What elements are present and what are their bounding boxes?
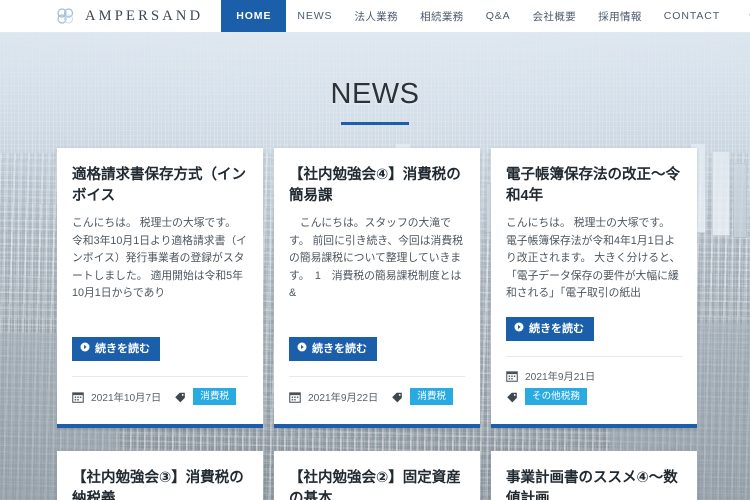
news-card-title[interactable]: 適格請求書保存方式（インボイス xyxy=(72,165,248,207)
read-more-button[interactable]: 続きを読む xyxy=(506,316,594,342)
calendar-icon xyxy=(289,391,301,403)
news-card-tag[interactable]: 消費税 xyxy=(410,388,454,406)
news-card-date: 2021年9月22日 xyxy=(308,393,379,405)
news-card-footer: 続きを読む 2021 xyxy=(72,336,248,410)
card-divider xyxy=(72,376,248,378)
news-card-tag[interactable]: 消費税 xyxy=(193,388,237,406)
nav-item-inheritance[interactable]: 相続業務 xyxy=(409,0,475,32)
news-card-title[interactable]: 電子帳簿保存法の改正〜令和4年 xyxy=(506,165,682,207)
tag-icon xyxy=(506,391,518,403)
nav-item-corporate[interactable]: 法人業務 xyxy=(343,0,409,32)
nav-item-recruit[interactable]: 採用情報 xyxy=(587,0,653,32)
news-card-meta: 2021年10月7日 消費税 xyxy=(72,388,248,406)
news-card-excerpt: こんにちは。 税理士の大塚です。 電子帳簿保存法が令和4年1月1日より改正されま… xyxy=(506,217,681,300)
news-card[interactable]: 【社内勉強会④】消費税の簡易課 こんにちは。スタッフの大滝です。 前回に引き続き… xyxy=(274,148,480,429)
news-card-grid: 適格請求書保存方式（インボイス こんにちは。 税理士の大塚です。 令和3年10月… xyxy=(57,148,697,500)
news-card-meta-tag: その他税務 xyxy=(506,388,682,406)
circle-arrow-right-icon xyxy=(297,342,307,356)
news-card[interactable]: 電子帳簿保存法の改正〜令和4年 こんにちは。 税理士の大塚です。 電子帳簿保存法… xyxy=(491,148,697,429)
read-more-label: 続きを読む xyxy=(312,342,367,355)
site-header: AMPERSAND HOME NEWS 法人業務 相続業務 Q&A 会社概要 採… xyxy=(0,0,750,33)
facebook-icon[interactable] xyxy=(731,0,750,32)
news-card[interactable]: 適格請求書保存方式（インボイス こんにちは。 税理士の大塚です。 令和3年10月… xyxy=(57,148,263,429)
ampersand-loops-icon xyxy=(55,6,77,26)
page-title: NEWS xyxy=(330,78,420,110)
news-card[interactable]: 【社内勉強会②】固定資産の基本 こんにちは。 スタッフの大滝です。 梅雨の xyxy=(274,451,480,500)
news-card-date: 2021年9月21日 xyxy=(525,372,596,384)
nav-item-home[interactable]: HOME xyxy=(221,0,287,32)
news-card-excerpt: こんにちは。スタッフの大滝です。 前回に引き続き、今回は消費税の簡易課税について… xyxy=(289,217,463,300)
tag-icon xyxy=(174,391,186,403)
read-more-label: 続きを読む xyxy=(529,322,584,335)
page-root: AMPERSAND HOME NEWS 法人業務 相続業務 Q&A 会社概要 採… xyxy=(0,0,750,500)
tag-icon xyxy=(391,391,403,403)
nav-item-company[interactable]: 会社概要 xyxy=(522,0,588,32)
news-card[interactable]: 【社内勉強会③】消費税の納税義 こんにちは。 スタッフの大滝です。 あっと xyxy=(57,451,263,500)
news-card-title[interactable]: 事業計画書のススメ④〜数値計画 xyxy=(506,468,682,500)
nav-item-contact[interactable]: CONTACT xyxy=(653,0,731,32)
read-more-button[interactable]: 続きを読む xyxy=(72,336,160,362)
news-card-footer: 続きを読む 2021 xyxy=(289,336,465,410)
circle-arrow-right-icon xyxy=(514,322,524,336)
read-more-button[interactable]: 続きを読む xyxy=(289,336,377,362)
news-card-excerpt: こんにちは。 税理士の大塚です。 令和3年10月1日より適格請求書（インボイス）… xyxy=(72,217,247,300)
read-more-label: 続きを読む xyxy=(95,342,150,355)
news-card-tag[interactable]: その他税務 xyxy=(525,388,587,406)
news-card-date: 2021年10月7日 xyxy=(91,393,162,405)
news-card-title[interactable]: 【社内勉強会②】固定資産の基本 xyxy=(289,468,465,500)
news-card-title[interactable]: 【社内勉強会④】消費税の簡易課 xyxy=(289,165,465,207)
calendar-icon xyxy=(72,391,84,403)
calendar-icon xyxy=(506,370,518,382)
news-card-meta-date: 2021年9月21日 xyxy=(506,368,682,383)
news-card-footer: 続きを読む 2021 xyxy=(506,316,682,410)
main-navigation: HOME NEWS 法人業務 相続業務 Q&A 会社概要 採用情報 CONTAC… xyxy=(221,0,731,32)
card-divider xyxy=(289,376,465,378)
page-title-underline xyxy=(341,122,409,125)
brand-name: AMPERSAND xyxy=(85,7,204,24)
news-card-title[interactable]: 【社内勉強会③】消費税の納税義 xyxy=(72,468,248,500)
page-title-block: NEWS xyxy=(0,80,750,125)
news-card-meta: 2021年9月22日 消費税 xyxy=(289,388,465,406)
card-divider xyxy=(506,356,682,358)
circle-arrow-right-icon xyxy=(80,342,90,356)
nav-item-news[interactable]: NEWS xyxy=(286,0,343,32)
brand-logo[interactable]: AMPERSAND xyxy=(0,0,221,32)
nav-item-qa[interactable]: Q&A xyxy=(475,0,522,32)
news-card[interactable]: 事業計画書のススメ④〜数値計画 こんにちは。 税理士の山田です。 前回まで xyxy=(491,451,697,500)
